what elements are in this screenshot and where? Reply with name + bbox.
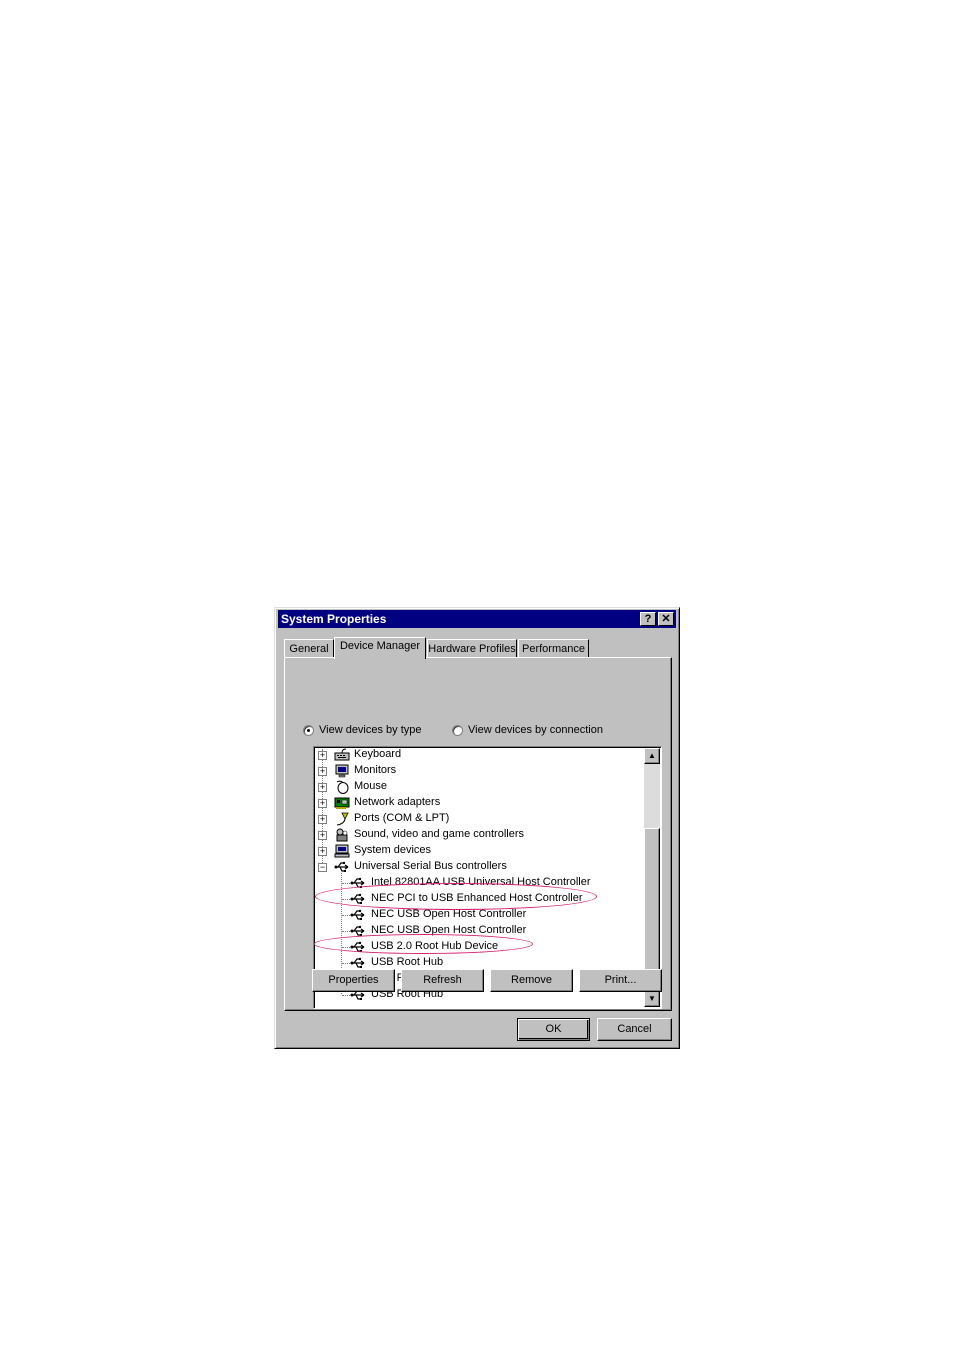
tab-device-manager[interactable]: Device Manager [334,637,426,659]
tree-guide-line [342,963,350,964]
collapse-icon[interactable]: − [318,863,327,872]
scroll-down-button[interactable]: ▼ [644,991,660,1007]
ok-button[interactable]: OK [517,1018,590,1041]
network-card-icon [334,796,350,810]
expand-icon[interactable]: + [318,831,327,840]
refresh-button[interactable]: Refresh [401,969,484,992]
tree-guide-line [342,931,350,932]
tree-item-label: Ports (COM & LPT) [354,812,450,824]
tree-guide-line [342,883,350,884]
usb-device-label: NEC PCI to USB Enhanced Host Controller [371,892,583,904]
tree-item-label: Universal Serial Bus controllers [354,860,507,872]
keyboard-icon [334,748,350,762]
system-icon [334,844,350,858]
cancel-button[interactable]: Cancel [597,1018,672,1041]
sound-icon [334,828,350,842]
usb-icon [350,924,366,938]
usb-device-label: NEC USB Open Host Controller [371,924,527,936]
remove-button[interactable]: Remove [490,969,573,992]
radio-unselected-icon [452,725,463,736]
scroll-thumb[interactable] [644,828,660,991]
usb-device-label: Intel 82801AA USB Universal Host Control… [371,876,591,888]
tree-guide-line [342,899,350,900]
device-manager-panel: View devices by type View devices by con… [284,657,672,1011]
expand-icon[interactable]: + [318,799,327,808]
tree-guide-line [342,915,350,916]
usb-device-label: NEC USB Open Host Controller [371,908,527,920]
window-title: System Properties [281,612,387,626]
usb-device-label: USB Root Hub [371,956,444,968]
usb-icon [350,956,366,970]
expand-icon[interactable]: + [318,783,327,792]
view-by-type-label: View devices by type [319,724,422,736]
tree-item-label: System devices [354,844,432,856]
usb-icon [350,940,366,954]
tab-general[interactable]: General [284,639,334,657]
expand-icon[interactable]: + [318,767,327,776]
help-button[interactable]: ? [640,612,656,626]
close-button[interactable]: ✕ [658,612,674,626]
usb-icon [350,876,366,890]
tree-item-label: Network adapters [354,796,441,808]
view-by-connection-label: View devices by connection [468,724,603,736]
radio-selected-icon [303,725,314,736]
mouse-icon [334,780,350,794]
tree-item-label: Monitors [354,764,397,776]
title-bar[interactable]: System Properties ? ✕ [278,610,676,628]
properties-button[interactable]: Properties [312,969,395,992]
tree-item-label: Keyboard [354,748,402,760]
usb-icon [334,860,350,874]
monitor-icon [334,764,350,778]
tab-hardware-profiles[interactable]: Hardware Profiles [427,639,517,657]
tree-guide-line [342,947,350,948]
usb-device-label: USB 2.0 Root Hub Device [371,940,499,952]
tree-guide-line [342,995,350,996]
system-properties-window: System Properties ? ✕ General Device Man… [274,607,680,1049]
print-button[interactable]: Print... [579,969,662,992]
expand-icon[interactable]: + [318,847,327,856]
scroll-up-button[interactable]: ▲ [644,748,660,764]
tree-item-label: Mouse [354,780,388,792]
expand-icon[interactable]: + [318,751,327,760]
usb-icon [350,892,366,906]
tree-item-label: Sound, video and game controllers [354,828,524,840]
tab-performance[interactable]: Performance [518,639,589,657]
expand-icon[interactable]: + [318,815,327,824]
usb-icon [350,908,366,922]
port-icon [334,812,350,826]
